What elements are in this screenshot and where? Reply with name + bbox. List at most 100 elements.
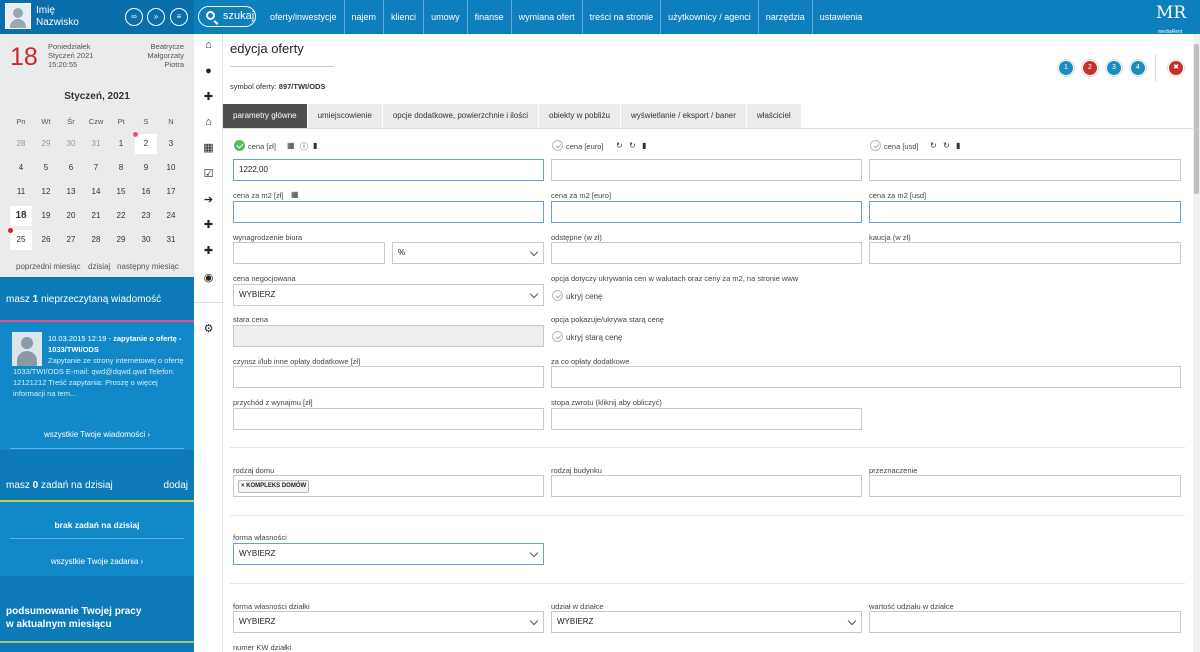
calendar-day[interactable]: 28 bbox=[10, 134, 32, 154]
menu-item-finance[interactable]: finanse bbox=[468, 0, 512, 34]
office-fee-unit-select[interactable]: % bbox=[392, 242, 544, 264]
hide-old-price-check-icon[interactable] bbox=[552, 331, 563, 342]
menu-item-settings[interactable]: ustawienia bbox=[813, 0, 870, 34]
house-icon[interactable]: ⌂ bbox=[194, 116, 223, 128]
share-icon[interactable]: ∞ bbox=[125, 8, 143, 26]
house-type-tag[interactable]: × KOMPLEKS DOMÓW bbox=[238, 480, 310, 493]
home-icon[interactable]: ⌂ bbox=[194, 39, 223, 51]
calendar-day[interactable]: 20 bbox=[60, 206, 82, 226]
calendar-day[interactable]: 8 bbox=[110, 158, 132, 178]
odstepne-input[interactable] bbox=[551, 242, 862, 264]
calendar-day[interactable]: 26 bbox=[35, 230, 57, 250]
step-1-button[interactable]: 1 bbox=[1058, 60, 1074, 76]
calendar-day[interactable]: 10 bbox=[160, 158, 182, 178]
menu-item-contracts[interactable]: umowy bbox=[424, 0, 468, 34]
plus-icon[interactable]: ✚ bbox=[194, 244, 223, 257]
step-3-button[interactable]: 3 bbox=[1106, 60, 1122, 76]
calendar-day-today[interactable]: 18 bbox=[10, 206, 32, 226]
messages-header[interactable]: masz 1 nieprzeczytaną wiadomość bbox=[0, 277, 194, 320]
menu-item-tools[interactable]: narzędzia bbox=[759, 0, 813, 34]
calendar-day[interactable]: 30 bbox=[135, 230, 157, 250]
purpose-input[interactable] bbox=[869, 475, 1181, 497]
page-scrollbar[interactable] bbox=[1193, 34, 1200, 652]
refresh-icon[interactable]: ↻ bbox=[629, 141, 636, 150]
calendar-day[interactable]: 23 bbox=[135, 206, 157, 226]
negotiated-price-select[interactable]: WYBIERZ bbox=[233, 284, 544, 306]
calendar-today[interactable]: dzisiaj bbox=[88, 262, 110, 271]
calendar-day[interactable]: 14 bbox=[85, 182, 107, 202]
calendar-day[interactable]: 22 bbox=[110, 206, 132, 226]
menu-item-offers[interactable]: oferty/inwestycje bbox=[263, 0, 345, 34]
price-pln-input[interactable]: 1222,00 bbox=[233, 159, 544, 181]
menu-item-clients[interactable]: klienci bbox=[384, 0, 425, 34]
step-2-button[interactable]: 2 bbox=[1082, 60, 1098, 76]
calendar-day[interactable]: 31 bbox=[160, 230, 182, 250]
users-icon[interactable]: ≡ bbox=[170, 8, 188, 26]
calendar-day[interactable]: 1 bbox=[110, 134, 132, 154]
hide-old-price-label[interactable]: ukryj starą cenę bbox=[566, 333, 622, 342]
message-item[interactable]: 10.03.2015 12:19 - zapytanie o ofertę - … bbox=[48, 333, 188, 355]
building-type-input[interactable] bbox=[551, 475, 862, 497]
tab-owner[interactable]: właściciel bbox=[746, 104, 802, 128]
tab-main-parameters[interactable]: parametry główne bbox=[223, 104, 308, 128]
trash-icon[interactable]: ▮ bbox=[642, 141, 646, 150]
tab-display-export[interactable]: wyświetlanie / eksport / baner bbox=[620, 104, 747, 128]
tab-additional-options[interactable]: opcje dodatkowe, powierzchnie i ilości bbox=[382, 104, 540, 128]
return-rate-input[interactable] bbox=[551, 408, 862, 430]
search-button[interactable]: szukaj bbox=[198, 6, 256, 27]
ownership-select[interactable]: WYBIERZ bbox=[233, 543, 544, 565]
calendar-day[interactable]: 16 bbox=[135, 182, 157, 202]
checklist-icon[interactable]: ☑ bbox=[194, 167, 223, 180]
house-type-input[interactable]: × KOMPLEKS DOMÓW bbox=[233, 475, 544, 497]
price-eur-check-icon[interactable] bbox=[552, 140, 563, 151]
price-m2-usd-input[interactable] bbox=[869, 201, 1181, 223]
info-icon[interactable]: ⓘ bbox=[300, 141, 308, 152]
calendar-day[interactable]: 28 bbox=[85, 230, 107, 250]
calculator-icon[interactable]: ▦ bbox=[287, 141, 295, 150]
calendar-day[interactable]: 29 bbox=[35, 134, 57, 154]
deposit-input[interactable] bbox=[869, 242, 1181, 264]
all-messages-link[interactable]: wszystkie Twoje wiadomości › bbox=[0, 430, 194, 439]
calculator-icon[interactable]: ▦ bbox=[291, 190, 299, 199]
plot-ownership-select[interactable]: WYBIERZ bbox=[233, 611, 544, 633]
trash-icon[interactable]: ▮ bbox=[313, 141, 317, 150]
calendar-day[interactable]: 19 bbox=[35, 206, 57, 226]
step-4-button[interactable]: 4 bbox=[1130, 60, 1146, 76]
calendar-day[interactable]: 2 bbox=[135, 134, 157, 154]
price-usd-check-icon[interactable] bbox=[870, 140, 881, 151]
user-icon[interactable]: ● bbox=[194, 65, 223, 77]
trash-icon[interactable]: ▮ bbox=[956, 141, 960, 150]
calendar-day[interactable]: 17 bbox=[160, 182, 182, 202]
price-eur-input[interactable] bbox=[551, 159, 862, 181]
calendar-day[interactable]: 9 bbox=[135, 158, 157, 178]
calendar-day[interactable]: 7 bbox=[85, 158, 107, 178]
calendar-day[interactable]: 13 bbox=[60, 182, 82, 202]
calendar-day[interactable]: 31 bbox=[85, 134, 107, 154]
hide-price-label[interactable]: ukryj cenę bbox=[566, 292, 602, 301]
forward-icon[interactable]: » bbox=[147, 8, 165, 26]
fees-for-input[interactable] bbox=[551, 366, 1181, 388]
plus-icon[interactable]: ✚ bbox=[194, 218, 223, 231]
calendar-day[interactable]: 25 bbox=[10, 230, 32, 250]
calendar-day[interactable]: 5 bbox=[35, 158, 57, 178]
price-usd-input[interactable] bbox=[869, 159, 1181, 181]
menu-item-offer-exchange[interactable]: wymiana ofert bbox=[512, 0, 583, 34]
rent-fees-input[interactable] bbox=[233, 366, 544, 388]
office-fee-input[interactable] bbox=[233, 242, 385, 264]
close-icon[interactable]: ✖ bbox=[1168, 60, 1184, 76]
add-user-icon[interactable]: ✚ bbox=[194, 90, 223, 103]
calendar-day[interactable]: 24 bbox=[160, 206, 182, 226]
hide-price-check-icon[interactable] bbox=[552, 290, 563, 301]
price-m2-pln-input[interactable] bbox=[233, 201, 544, 223]
calendar-day[interactable]: 27 bbox=[60, 230, 82, 250]
plot-share-select[interactable]: WYBIERZ bbox=[551, 611, 862, 633]
calendar-day[interactable]: 11 bbox=[10, 182, 32, 202]
refresh-icon[interactable]: ↻ bbox=[616, 141, 623, 150]
scrollbar-thumb[interactable] bbox=[1194, 44, 1199, 194]
calendar-day[interactable]: 21 bbox=[85, 206, 107, 226]
settings-icon[interactable]: ⚙ bbox=[194, 322, 223, 335]
calendar-icon[interactable]: ▦ bbox=[194, 141, 223, 154]
calendar-day[interactable]: 3 bbox=[160, 134, 182, 154]
refresh-icon[interactable]: ↻ bbox=[943, 141, 950, 150]
menu-item-site-content[interactable]: treści na stronie bbox=[583, 0, 662, 34]
